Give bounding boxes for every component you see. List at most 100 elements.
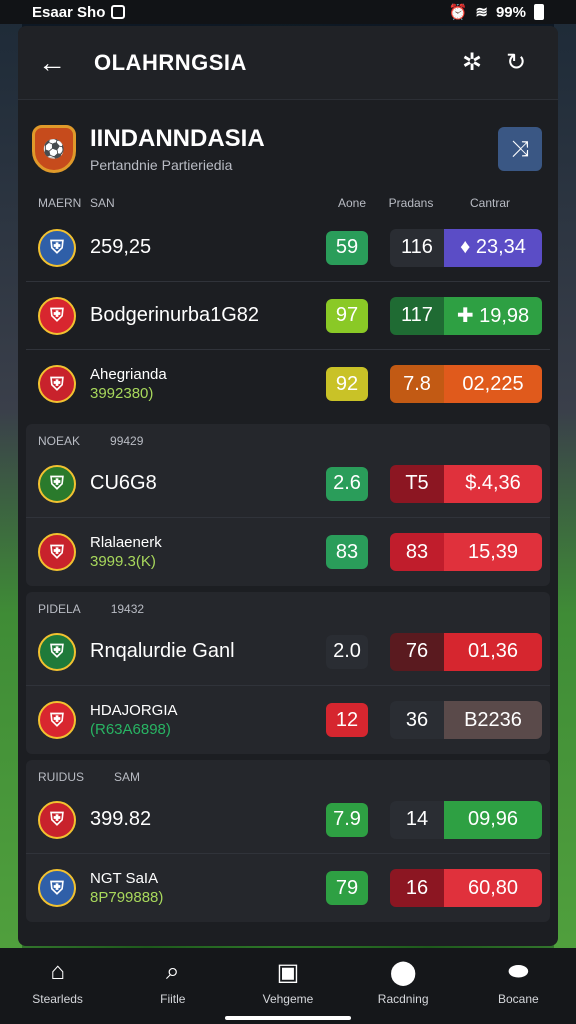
- odds-pair[interactable]: 116 ♦ 23,34: [390, 228, 542, 267]
- group-header: RUIDUS SAM: [26, 760, 550, 786]
- group-header-label: 19432: [110, 602, 145, 616]
- table-row[interactable]: ⛨ Bodgerinurba1G82 97 117 ✚ 19,98: [26, 282, 550, 350]
- odds-number: 116: [390, 228, 444, 267]
- nav-item[interactable]: ⬬ Bocane: [468, 958, 568, 1006]
- home-icon: ⌂: [50, 958, 65, 985]
- row-name: CU6G8: [90, 472, 157, 494]
- nav-item[interactable]: ⬤ Racdning: [353, 958, 453, 1006]
- refresh-icon[interactable]: ↻: [494, 48, 538, 77]
- odds-pair[interactable]: 36 B2236: [390, 701, 542, 739]
- group-header: NOEAK 99429: [26, 424, 550, 450]
- main-panel: ← OLAHRNGSIA ✲ ↻ ⚽ IINDANNDASIA Pertandn…: [18, 26, 558, 946]
- table-row[interactable]: ⛨ 259,25 59 116 ♦ 23,34: [26, 214, 550, 282]
- group-header-label: PIDELA: [38, 602, 81, 616]
- column-label: Aone: [337, 196, 367, 210]
- bottom-nav: ⌂ Stearleds ⌕ Fiitle ▣ Vehgeme ⬤ Racdning ⬬ …: [0, 948, 576, 1024]
- odds-pair[interactable]: 14 09,96: [390, 800, 542, 839]
- match-group: ⛨ 259,25 59 116 ♦ 23,34 ⛨ Bodgerinurba1G…: [26, 214, 550, 418]
- nav-label: Racdning: [377, 992, 429, 1006]
- odds-number: 16: [390, 869, 444, 907]
- table-row[interactable]: ⛨ HDAJORGIA (R63A6898) 12 36 B2236: [26, 686, 550, 754]
- back-arrow-icon[interactable]: ←: [38, 47, 78, 79]
- status-bar: Esaar Sho ⏰ ≋ 99%: [0, 0, 576, 24]
- nav-item[interactable]: ⌕ Fiitle: [123, 958, 223, 1006]
- club-crest-icon: ⛨: [38, 869, 76, 907]
- score-badge: 83: [326, 535, 368, 569]
- column-label: MAERN: [38, 196, 82, 210]
- wifi-icon: ≋: [475, 4, 488, 21]
- row-name: Rnqalurdie Ganl: [90, 640, 235, 662]
- club-crest-icon: ⛨: [38, 365, 76, 403]
- club-crest-icon: ⛨: [38, 800, 76, 839]
- match-group: NOEAK 99429 ⛨ CU6G8 2.6 T5 $.4,36 ⛨ Rlala…: [26, 424, 550, 586]
- team-header: ⚽ IINDANNDASIA Pertandnie Partieriedia ⤨: [18, 100, 558, 192]
- group-header-label: NOEAK: [38, 434, 81, 448]
- shuffle-icon: ⤨: [511, 136, 529, 161]
- row-subtitle: 8P799888): [90, 889, 164, 906]
- odds-pair[interactable]: 83 15,39: [390, 533, 542, 571]
- nav-label: Fiitle: [160, 992, 186, 1006]
- table-row[interactable]: ⛨ Ahegrianda 3992380) 92 7.8 02,225: [26, 350, 550, 418]
- table-row[interactable]: ⛨ NGT SaIA 8P799888) 79 16 60,80: [26, 854, 550, 922]
- column-label: SAN: [90, 196, 115, 210]
- table-row[interactable]: ⛨ CU6G8 2.6 T5 $.4,36: [26, 450, 550, 518]
- row-name: Bodgerinurba1G82: [90, 304, 260, 326]
- odds-value: $.4,36: [444, 464, 542, 503]
- table-row[interactable]: ⛨ 399.82 7.9 14 09,96: [26, 786, 550, 854]
- odds-pair[interactable]: 76 01,36: [390, 632, 542, 671]
- carrier-label: Esaar Sho: [32, 3, 106, 21]
- clipboard-icon: ▣: [276, 959, 300, 986]
- table-row[interactable]: ⛨ Rnqalurdie Ganl 2.0 76 01,36: [26, 618, 550, 686]
- row-name: Ahegrianda: [90, 366, 167, 383]
- score-badge: 2.0: [326, 634, 368, 669]
- score-badge: 79: [326, 871, 368, 905]
- odds-value: 01,36: [444, 632, 542, 671]
- row-subtitle: 3992380): [90, 385, 154, 402]
- club-crest-icon: ⛨: [38, 632, 76, 671]
- app-bar: ← OLAHRNGSIA ✲ ↻: [18, 26, 558, 100]
- score-badge: 59: [326, 230, 368, 265]
- group-header-label: RUIDUS: [38, 770, 85, 784]
- odds-number: 7.8: [390, 365, 444, 403]
- notification-icon: [111, 5, 126, 19]
- odds-value: 09,96: [444, 800, 542, 839]
- nav-item[interactable]: ▣ Vehgeme: [238, 958, 338, 1006]
- nav-item[interactable]: ⌂ Stearleds: [8, 958, 108, 1006]
- battery-label: 99%: [495, 3, 526, 21]
- odds-pair[interactable]: 7.8 02,225: [390, 365, 542, 403]
- odds-number: T5: [390, 464, 444, 503]
- club-crest-icon: ⛨: [38, 533, 76, 571]
- nav-label: Bocane: [497, 992, 539, 1006]
- table-row[interactable]: ⛨ Rlalaenerk 3999.3(K) 83 83 15,39: [26, 518, 550, 586]
- odds-number: 14: [390, 800, 444, 839]
- group-header: PIDELA 19432: [26, 592, 550, 618]
- score-badge: 7.9: [326, 802, 368, 837]
- odds-number: 76: [390, 632, 444, 671]
- score-badge: 12: [326, 703, 368, 737]
- row-name: Rlalaenerk: [90, 534, 162, 551]
- group-header-label: 99429: [110, 434, 144, 448]
- team-subtitle: Pertandnie Partieriedia: [90, 157, 233, 173]
- location-icon: ⬤: [389, 959, 417, 986]
- score-badge: 97: [326, 298, 368, 333]
- nav-label: Stearleds: [32, 992, 83, 1006]
- club-crest-icon: ⛨: [38, 228, 76, 267]
- club-crest-icon: ⛨: [38, 464, 76, 503]
- column-header: MAERN SAN Aone Pradans Cantrar: [18, 192, 558, 214]
- odds-value: B2236: [444, 701, 542, 739]
- shuffle-button[interactable]: ⤨: [498, 127, 542, 171]
- settings-badge-icon[interactable]: ✲: [450, 48, 494, 77]
- odds-value: 15,39: [444, 533, 542, 571]
- team-name: IINDANNDASIA: [90, 125, 265, 152]
- column-label: Cantrar: [469, 196, 510, 210]
- row-name: 259,25: [90, 236, 152, 258]
- odds-value: 60,80: [444, 869, 542, 907]
- search-icon: ⌕: [166, 958, 180, 985]
- odds-pair[interactable]: 117 ✚ 19,98: [390, 296, 542, 335]
- score-badge: 2.6: [326, 466, 368, 501]
- club-crest-icon: ⛨: [38, 296, 76, 335]
- odds-pair[interactable]: T5 $.4,36: [390, 464, 542, 503]
- score-badge: 92: [326, 367, 368, 401]
- row-name: 399.82: [90, 808, 152, 830]
- odds-pair[interactable]: 16 60,80: [390, 869, 542, 907]
